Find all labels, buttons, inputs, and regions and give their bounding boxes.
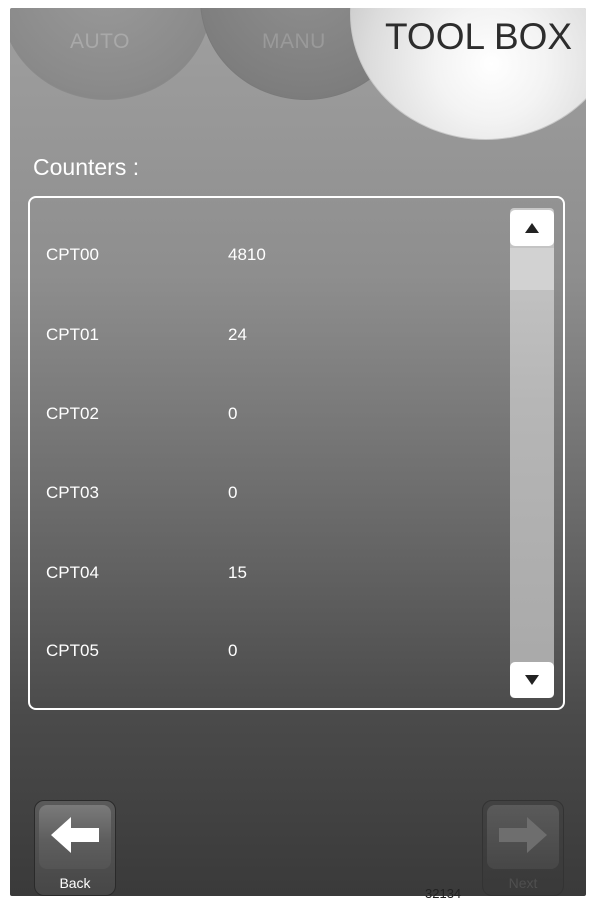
tab-manu-label: MANU [262, 30, 326, 53]
scroll-up-button[interactable] [510, 210, 554, 246]
counter-value: 0 [228, 404, 238, 423]
counter-name: CPT02 [46, 404, 99, 423]
counter-row[interactable]: CPT04 15 [30, 552, 500, 592]
tab-auto-label: AUTO [70, 30, 130, 53]
counter-row[interactable]: CPT05 0 [30, 630, 500, 670]
counter-value: 0 [228, 641, 238, 660]
counter-name: CPT05 [46, 641, 99, 660]
arrow-left-icon [51, 817, 99, 853]
triangle-up-icon [525, 223, 539, 233]
counter-row[interactable]: CPT03 0 [30, 472, 500, 512]
counter-name: CPT03 [46, 483, 99, 502]
counter-name: CPT04 [46, 563, 99, 582]
triangle-down-icon [525, 675, 539, 685]
tab-auto[interactable] [10, 8, 212, 100]
counter-row[interactable]: CPT00 4810 [30, 234, 500, 274]
scrollbar-thumb[interactable] [510, 248, 554, 290]
counter-name: CPT00 [46, 245, 99, 264]
figure-reference-number: 32134 [425, 886, 462, 901]
next-button[interactable]: Next [482, 800, 564, 896]
counter-row[interactable]: CPT01 24 [30, 314, 500, 354]
scrollbar-track[interactable] [510, 208, 554, 698]
back-label: Back [59, 875, 91, 891]
counter-name: CPT01 [46, 325, 99, 344]
scroll-down-button[interactable] [510, 662, 554, 698]
arrow-right-icon [499, 817, 547, 853]
counter-value: 15 [228, 563, 247, 582]
counter-value: 4810 [228, 245, 266, 264]
counters-list: CPT00 4810 CPT01 24 CPT02 0 CPT03 0 CPT0… [28, 196, 565, 710]
tab-toolbox-label: TOOL BOX [385, 16, 573, 57]
next-label: Next [508, 875, 538, 891]
section-title: Counters : [33, 154, 140, 180]
counter-value: 24 [228, 325, 247, 344]
counter-row[interactable]: CPT02 0 [30, 393, 500, 433]
back-button[interactable]: Back [34, 800, 116, 896]
counter-value: 0 [228, 483, 238, 502]
screen: AUTO MANU TOOL BOX Counters : CPT00 4810… [10, 8, 586, 896]
